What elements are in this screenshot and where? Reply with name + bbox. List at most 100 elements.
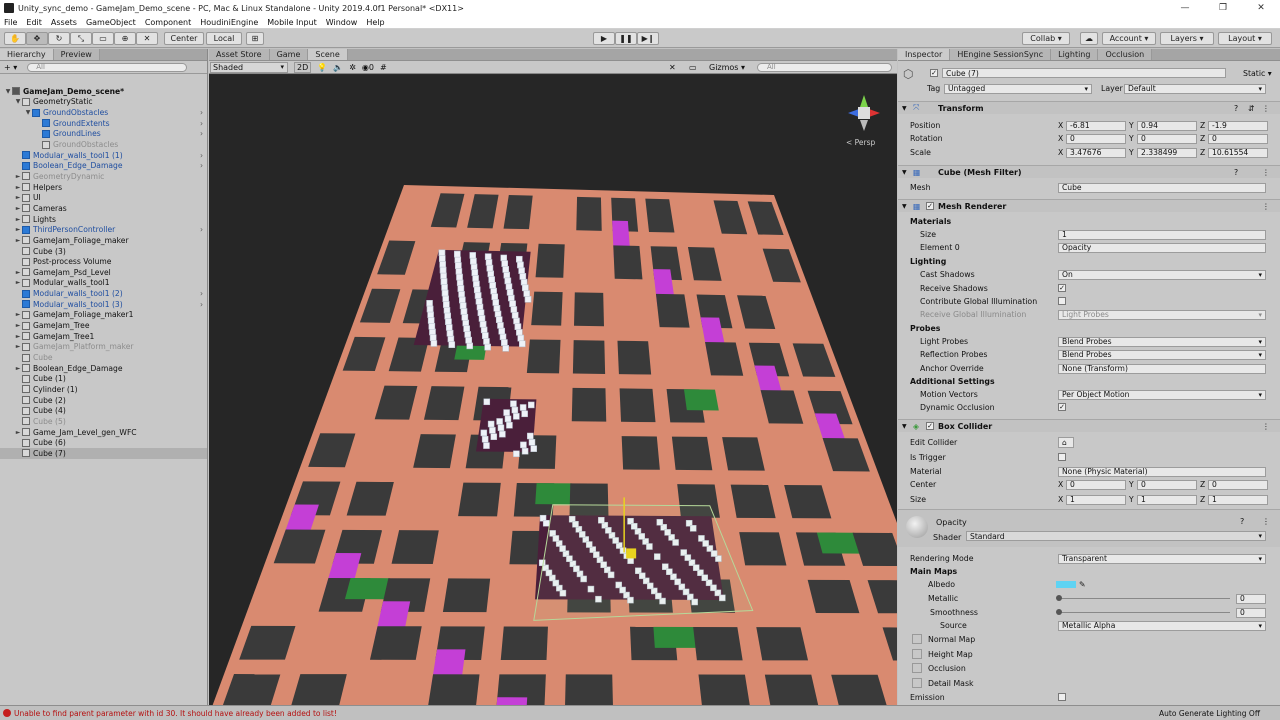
material-help-icon[interactable]: ?: [1240, 517, 1244, 526]
pause-button[interactable]: ❚❚: [615, 32, 637, 45]
position-y-field[interactable]: 0.94: [1137, 120, 1197, 131]
hierarchy-item[interactable]: ► GameJam_Tree1: [0, 331, 207, 342]
height-texture-slot[interactable]: [912, 649, 922, 659]
normal-texture-slot[interactable]: [912, 634, 922, 644]
detail-texture-slot[interactable]: [912, 678, 922, 688]
hierarchy-item[interactable]: GroundLines ›: [0, 129, 207, 140]
menu-component[interactable]: Component: [145, 18, 191, 27]
light-probes-dropdown[interactable]: Blend Probes: [1058, 336, 1266, 347]
hierarchy-item[interactable]: ► Boolean_Edge_Damage: [0, 363, 207, 374]
pivot-center-button[interactable]: Center: [164, 32, 204, 45]
prefab-open-icon[interactable]: ›: [200, 119, 203, 128]
rotate-tool-icon[interactable]: ↻: [48, 32, 70, 45]
expand-arrow-icon[interactable]: ►: [14, 216, 22, 223]
account-button[interactable]: Account ▾: [1102, 32, 1156, 45]
element0-field[interactable]: Opacity: [1058, 242, 1266, 253]
scale-tool-icon[interactable]: ⤡: [70, 32, 92, 45]
expand-arrow-icon[interactable]: ▼: [14, 98, 22, 105]
move-tool-icon[interactable]: ✥: [26, 32, 48, 45]
object-name-field[interactable]: Cube (7): [942, 68, 1226, 78]
persp-label[interactable]: < Persp: [846, 138, 875, 147]
expand-arrow-icon[interactable]: ►: [14, 194, 22, 201]
auto-lighting-status[interactable]: Auto Generate Lighting Off: [1159, 709, 1260, 718]
hidden-objects-icon[interactable]: ◉: [362, 63, 369, 72]
menu-help[interactable]: Help: [366, 18, 384, 27]
hierarchy-item[interactable]: Cube (3): [0, 246, 207, 257]
context-menu-icon[interactable]: ⋮: [1262, 104, 1270, 113]
smoothness-slider[interactable]: [1058, 612, 1230, 613]
gizmos-button[interactable]: Gizmos ▾: [709, 63, 745, 72]
tab-hierarchy[interactable]: Hierarchy: [0, 49, 54, 60]
layout-button[interactable]: Layout ▾: [1218, 32, 1272, 45]
expand-arrow-icon[interactable]: ►: [14, 205, 22, 212]
hierarchy-item[interactable]: ► Lights: [0, 214, 207, 225]
menu-assets[interactable]: Assets: [51, 18, 77, 27]
material-menu-icon[interactable]: ⋮: [1262, 517, 1270, 526]
static-dropdown[interactable]: Static ▾: [1243, 69, 1272, 78]
transform-tool-icon[interactable]: ⊕: [114, 32, 136, 45]
menu-gameobject[interactable]: GameObject: [86, 18, 136, 27]
hierarchy-item[interactable]: Cube: [0, 352, 207, 363]
menu-houdiniengine[interactable]: HoudiniEngine: [200, 18, 258, 27]
rotation-z-field[interactable]: 0: [1208, 133, 1268, 144]
prefab-open-icon[interactable]: ›: [200, 151, 203, 160]
audio-toggle-icon[interactable]: 🔈: [333, 63, 343, 72]
cast-shadows-dropdown[interactable]: On: [1058, 269, 1266, 280]
metallic-value-field[interactable]: 0: [1236, 593, 1266, 604]
menu-mobile-input[interactable]: Mobile Input: [267, 18, 317, 27]
console-message[interactable]: Unable to find parent parameter with id …: [14, 709, 337, 718]
hierarchy-item[interactable]: ► ThirdPersonController ›: [0, 224, 207, 235]
expand-arrow-icon[interactable]: ►: [14, 429, 22, 436]
layer-dropdown[interactable]: Default: [1124, 83, 1266, 94]
hierarchy-item[interactable]: Cylinder (1): [0, 384, 207, 395]
hierarchy-item[interactable]: Cube (4): [0, 406, 207, 417]
close-button[interactable]: ✕: [1242, 0, 1280, 16]
metallic-slider-handle[interactable]: [1056, 595, 1062, 601]
tag-dropdown[interactable]: Untagged: [944, 83, 1092, 94]
expand-arrow-icon[interactable]: ►: [14, 226, 22, 233]
hierarchy-item[interactable]: ► UI: [0, 193, 207, 204]
emission-checkbox[interactable]: [1058, 693, 1066, 701]
collider-material-field[interactable]: None (Physic Material): [1058, 466, 1266, 477]
minimize-button[interactable]: —: [1166, 0, 1204, 16]
effects-toggle-icon[interactable]: ✲: [349, 63, 356, 72]
create-dropdown[interactable]: + ▾: [4, 63, 17, 72]
expand-arrow-icon[interactable]: ►: [14, 237, 22, 244]
expand-arrow-icon[interactable]: ►: [14, 311, 22, 318]
receive-shadows-checkbox[interactable]: ✓: [1058, 284, 1066, 292]
edit-collider-button[interactable]: ⌂: [1058, 437, 1074, 448]
expand-arrow-icon[interactable]: ▼: [24, 109, 32, 116]
hierarchy-item[interactable]: Post-process Volume: [0, 256, 207, 267]
menu-edit[interactable]: Edit: [26, 18, 42, 27]
mesh-filter-help-icon[interactable]: ?: [1234, 168, 1238, 177]
dynamic-occlusion-checkbox[interactable]: ✓: [1058, 403, 1066, 411]
center-z-field[interactable]: 0: [1208, 479, 1268, 490]
scale-z-field[interactable]: 10.61554: [1208, 147, 1268, 158]
mesh-filter-menu-icon[interactable]: ⋮: [1262, 168, 1270, 177]
pivot-local-button[interactable]: Local: [206, 32, 242, 45]
expand-arrow-icon[interactable]: ►: [14, 333, 22, 340]
smoothness-slider-handle[interactable]: [1056, 609, 1062, 615]
toggle-2d-button[interactable]: 2D: [294, 61, 312, 73]
expand-arrow-icon[interactable]: ▼: [4, 88, 12, 95]
center-y-field[interactable]: 0: [1137, 479, 1197, 490]
box-collider-menu-icon[interactable]: ⋮: [1262, 422, 1270, 431]
anchor-override-field[interactable]: None (Transform): [1058, 363, 1266, 374]
hierarchy-item[interactable]: Cube (5): [0, 416, 207, 427]
hierarchy-item[interactable]: ► GameJam_Platform_maker: [0, 342, 207, 353]
tab-hengine-sessionsync[interactable]: HEngine SessionSync: [950, 49, 1052, 60]
orientation-gizmo[interactable]: [839, 87, 889, 137]
hierarchy-item[interactable]: ► Helpers: [0, 182, 207, 193]
hierarchy-item[interactable]: Modular_walls_tool1 (3) ›: [0, 299, 207, 310]
box-collider-header[interactable]: ▼ ◈ ✓ Box Collider ⋮: [898, 419, 1280, 432]
expand-arrow-icon[interactable]: ►: [14, 184, 22, 191]
mesh-field[interactable]: Cube: [1058, 182, 1266, 193]
expand-arrow-icon[interactable]: ►: [14, 173, 22, 180]
hierarchy-item[interactable]: ▼ GameJam_Demo_scene*: [0, 86, 207, 97]
hierarchy-item[interactable]: GroundExtents ›: [0, 118, 207, 129]
shading-dropdown[interactable]: Shaded: [210, 61, 288, 73]
rendering-mode-dropdown[interactable]: Transparent: [1058, 553, 1266, 564]
hierarchy-item[interactable]: Boolean_Edge_Damage ›: [0, 161, 207, 172]
mesh-renderer-header[interactable]: ▼ ▦ ✓ Mesh Renderer ⋮: [898, 199, 1280, 212]
hand-tool-icon[interactable]: ✋: [4, 32, 26, 45]
